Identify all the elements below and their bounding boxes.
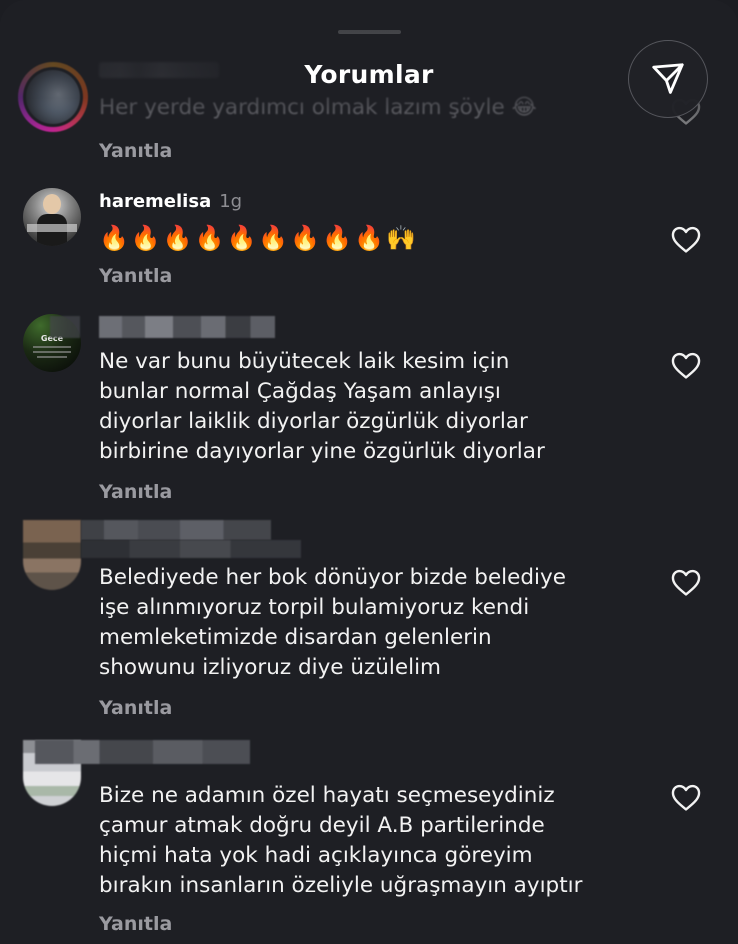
username-redacted bbox=[35, 740, 250, 764]
comment-text: 🔥🔥🔥🔥🔥🔥🔥🔥🔥🙌 bbox=[99, 224, 418, 252]
avatar[interactable] bbox=[23, 188, 81, 246]
reply-link[interactable]: Yanıtla bbox=[99, 697, 172, 719]
reply-link[interactable]: Yanıtla bbox=[99, 265, 172, 287]
comment-text: Ne var bunu büyütecek laik kesim için bu… bbox=[99, 349, 545, 464]
comment-text: Her yerde yardımcı olmak lazım şöyle 😂 bbox=[99, 95, 537, 120]
reply-link[interactable]: Yanıtla bbox=[99, 913, 172, 935]
heart-outline-icon[interactable] bbox=[670, 782, 702, 812]
username-redacted bbox=[81, 520, 271, 540]
heart-outline-icon[interactable] bbox=[670, 350, 702, 380]
comments-sheet: Yorumlar Her yerde yardımcı olmak lazım … bbox=[0, 0, 738, 944]
username[interactable]: haremelisa bbox=[99, 191, 211, 212]
reply-link[interactable]: Yanıtla bbox=[99, 140, 172, 162]
heart-outline-icon[interactable] bbox=[670, 567, 702, 597]
drag-handle[interactable] bbox=[338, 30, 401, 34]
share-button[interactable] bbox=[628, 40, 708, 118]
heart-outline-icon[interactable] bbox=[670, 224, 702, 254]
username-redacted bbox=[50, 316, 80, 338]
comment-text: Belediyede her bok dönüyor bizde belediy… bbox=[99, 565, 566, 680]
avatar[interactable] bbox=[23, 520, 81, 590]
comment-text: Bize ne adamın özel hayatı seçmeseydiniz… bbox=[99, 783, 583, 898]
username-redacted bbox=[81, 540, 301, 558]
timestamp: 1g bbox=[219, 191, 243, 212]
paper-plane-icon bbox=[652, 63, 684, 94]
comment-header: haremelisa 1g bbox=[99, 191, 242, 212]
username-redacted bbox=[99, 316, 275, 338]
reply-link[interactable]: Yanıtla bbox=[99, 481, 172, 503]
